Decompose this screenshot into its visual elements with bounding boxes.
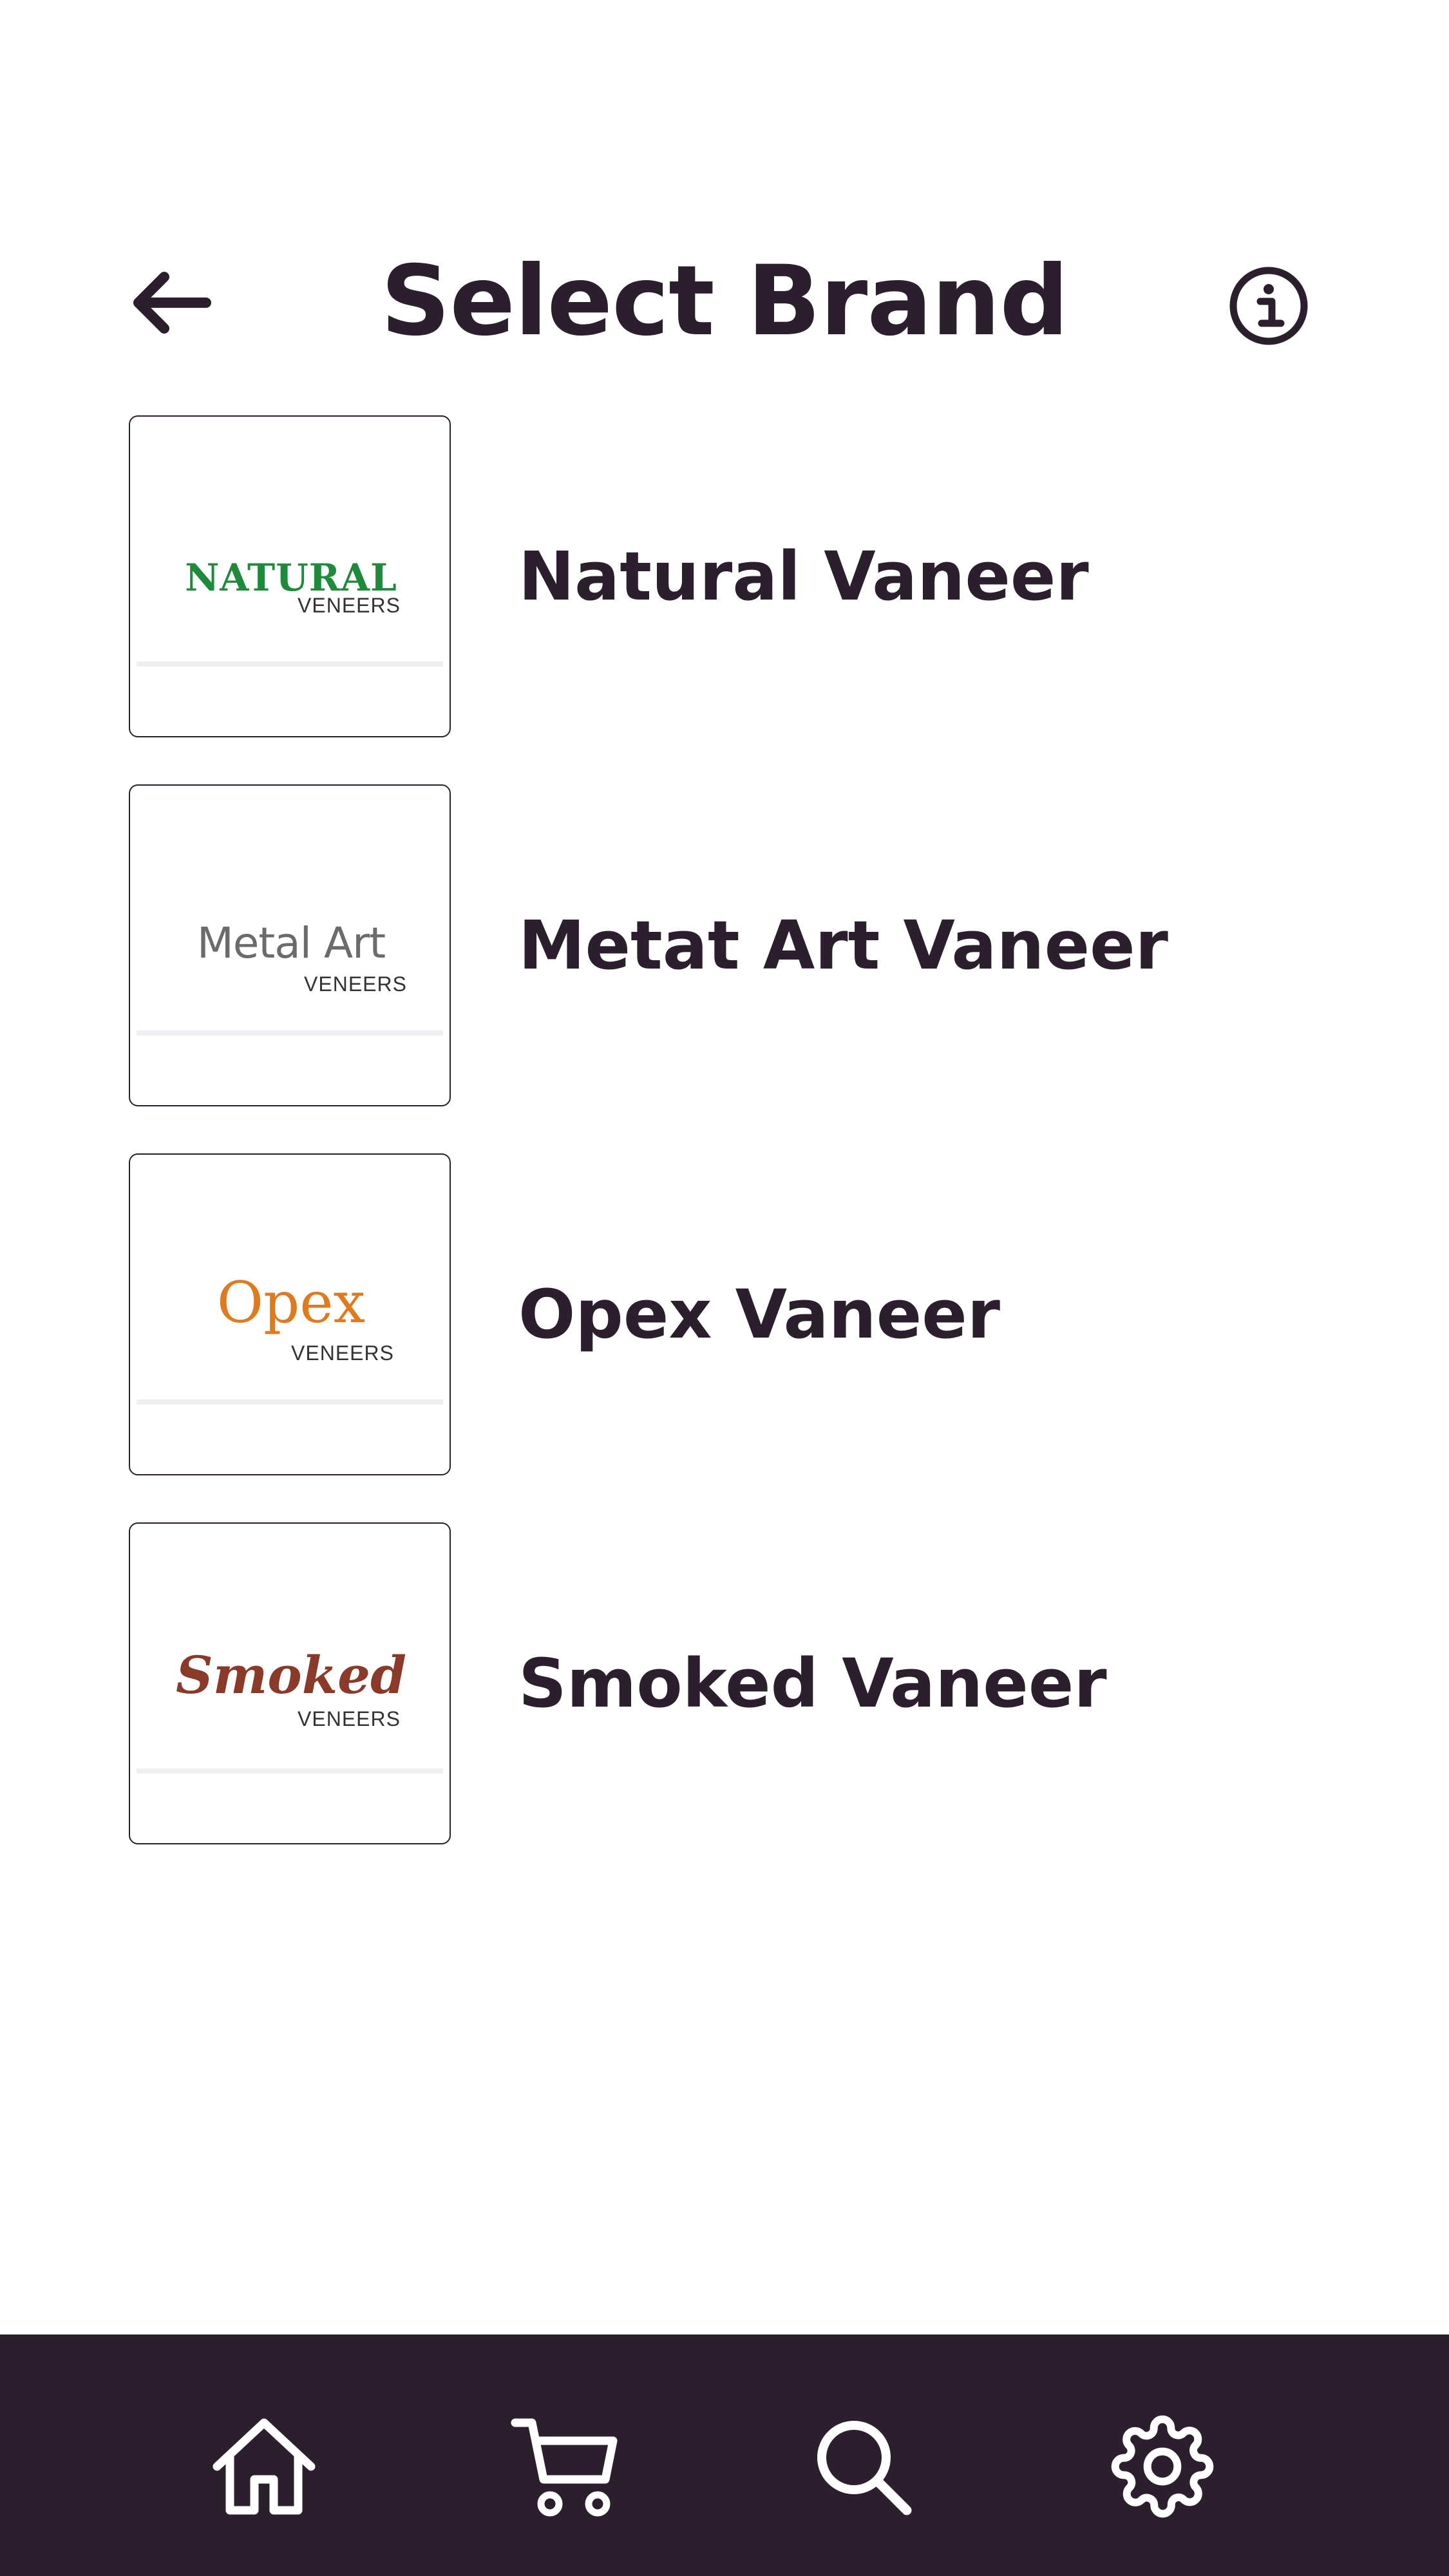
brand-logo-subtext: VENEERS: [291, 1341, 394, 1365]
brand-name: Opex Vaneer: [518, 1275, 1001, 1354]
info-circle-icon: [1229, 267, 1308, 345]
brand-logo-thumbnail: Metal Art VENEERS: [129, 784, 451, 1106]
brand-logo-thumbnail: Opex VENEERS: [129, 1153, 451, 1475]
header: Select Brand: [0, 232, 1449, 374]
nav-search-button[interactable]: [802, 2405, 924, 2528]
nav-cart-button[interactable]: [504, 2405, 626, 2528]
brand-item-opex[interactable]: Opex VENEERS Opex Vaneer: [129, 1153, 1352, 1479]
settings-icon: [1111, 2415, 1214, 2518]
brand-logo-subtext: VENEERS: [304, 972, 407, 996]
brand-item-natural[interactable]: NATURAL VENEERS Natural Vaneer: [129, 415, 1352, 741]
brand-name: Natural Vaneer: [518, 537, 1089, 616]
home-icon: [213, 2418, 316, 2515]
brand-logo-subtext: VENEERS: [298, 594, 401, 617]
info-button[interactable]: [1227, 264, 1311, 348]
brand-name: Smoked Vaneer: [518, 1644, 1107, 1723]
cart-icon: [511, 2418, 618, 2517]
brand-logo-text: Smoked: [175, 1645, 407, 1705]
bottom-navigation-bar: [0, 2334, 1449, 2576]
brand-name: Metat Art Vaneer: [518, 906, 1168, 985]
brand-logo-text: Opex: [216, 1269, 366, 1336]
brand-item-smoked[interactable]: Smoked VENEERS Smoked Vaneer: [129, 1522, 1352, 1848]
brand-logo-text: Metal Art: [196, 918, 386, 968]
brand-logo-thumbnail: NATURAL VENEERS: [129, 415, 451, 737]
select-brand-screen: Select Brand NATURAL VENEERS Natural Van…: [0, 0, 1449, 2576]
nav-settings-button[interactable]: [1101, 2405, 1224, 2528]
brand-item-metal-art[interactable]: Metal Art VENEERS Metat Art Vaneer: [129, 784, 1352, 1110]
brand-logo-thumbnail: Smoked VENEERS: [129, 1522, 451, 1844]
nav-home-button[interactable]: [203, 2405, 325, 2528]
brand-logo-subtext: VENEERS: [298, 1707, 401, 1730]
search-icon: [817, 2421, 912, 2515]
